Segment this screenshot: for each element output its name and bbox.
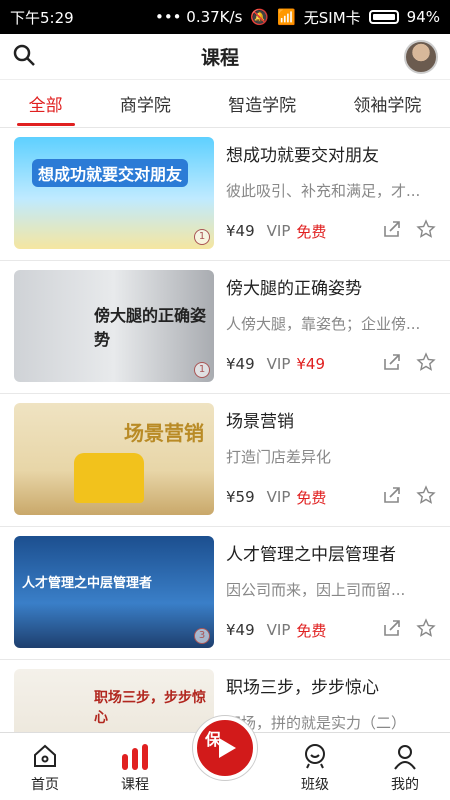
tab-manufacturing[interactable]: 智造学院 xyxy=(222,81,302,126)
course-title: 职场三步，步步惊心 xyxy=(226,678,379,698)
vip-label: VIP xyxy=(266,621,291,639)
star-icon[interactable] xyxy=(416,219,436,243)
nav-center[interactable]: 保 xyxy=(185,716,265,794)
course-list: 想成功就要交对朋友 1 想成功就要交对朋友 彼此吸引、补充和满足，才... ¥4… xyxy=(0,128,450,732)
list-item[interactable]: 场景营销 场景营销 打造门店差异化 ¥59 VIP 免费 xyxy=(0,394,450,527)
class-icon xyxy=(305,744,325,769)
thumb-title: 傍大腿的正确姿势 xyxy=(94,306,207,349)
course-badge: 1 xyxy=(194,229,210,245)
network-speed: ••• 0.37K/s xyxy=(154,8,243,26)
thumb-title: 想成功就要交对朋友 xyxy=(32,159,189,187)
course-desc: 因公司而来，因上司而留... xyxy=(226,581,406,599)
course-thumbnail: 职场三步，步步惊心 xyxy=(14,669,214,732)
category-tabs: 全部 商学院 智造学院 领袖学院 xyxy=(0,80,450,128)
course-badge: 1 xyxy=(194,362,210,378)
battery-percent: 94% xyxy=(406,8,440,26)
nav-class-label: 班级 xyxy=(301,777,329,793)
course-price: ¥59 xyxy=(226,488,255,506)
vip-label: VIP xyxy=(266,222,291,240)
vip-price: 免费 xyxy=(296,621,327,640)
vip-price: 免费 xyxy=(296,222,327,241)
avatar[interactable] xyxy=(403,39,438,74)
nav-courses[interactable]: 课程 xyxy=(95,742,175,794)
status-bar: 下午5:29 ••• 0.37K/s 🔕 📶 无SIM卡 94% xyxy=(0,0,450,34)
nav-mine[interactable]: 我的 xyxy=(365,742,445,794)
course-title: 想成功就要交对朋友 xyxy=(226,146,379,166)
star-icon[interactable] xyxy=(416,485,436,509)
share-icon[interactable] xyxy=(382,352,402,376)
tab-leadership[interactable]: 领袖学院 xyxy=(347,81,427,126)
vip-label: VIP xyxy=(266,488,291,506)
course-thumbnail: 场景营销 xyxy=(14,403,214,515)
status-time: 下午5:29 xyxy=(10,8,74,27)
course-badge: 3 xyxy=(194,628,210,644)
thumb-title: 人才管理之中层管理者 xyxy=(22,576,153,591)
profile-icon xyxy=(394,745,416,770)
vip-label: VIP xyxy=(266,355,291,373)
nav-courses-label: 课程 xyxy=(121,777,149,793)
nav-mine-label: 我的 xyxy=(391,777,419,793)
courses-icon xyxy=(122,744,148,770)
share-icon[interactable] xyxy=(382,219,402,243)
search-icon[interactable] xyxy=(12,43,36,71)
course-title: 人才管理之中层管理者 xyxy=(226,545,396,565)
course-thumbnail: 想成功就要交对朋友 1 xyxy=(14,137,214,249)
course-desc: 打造门店差异化 xyxy=(226,448,332,466)
course-desc: 彼此吸引、补充和满足，才... xyxy=(226,182,421,200)
list-item[interactable]: 傍大腿的正确姿势 1 傍大腿的正确姿势 人傍大腿，靠姿色；企业傍... ¥49 … xyxy=(0,261,450,394)
list-item[interactable]: 想成功就要交对朋友 1 想成功就要交对朋友 彼此吸引、补充和满足，才... ¥4… xyxy=(0,128,450,261)
home-icon xyxy=(34,744,56,767)
course-thumbnail: 傍大腿的正确姿势 1 xyxy=(14,270,214,382)
bottom-nav: 首页 课程 保 班级 我的 xyxy=(0,716,450,800)
app-bar: 课程 xyxy=(0,34,450,80)
thumb-title: 职场三步，步步惊心 xyxy=(94,690,206,726)
wifi-icon: 📶 xyxy=(277,8,296,26)
thumb-title: 场景营销 xyxy=(124,421,204,445)
course-title: 场景营销 xyxy=(226,412,294,432)
nav-class[interactable]: 班级 xyxy=(275,742,355,794)
vip-price: ¥49 xyxy=(296,355,326,373)
center-label: 保 xyxy=(205,730,222,749)
share-icon[interactable] xyxy=(382,485,402,509)
course-price: ¥49 xyxy=(226,355,255,373)
nav-home-label: 首页 xyxy=(31,777,59,793)
chair-shape xyxy=(74,453,144,503)
play-button[interactable]: 保 xyxy=(193,716,257,780)
battery-icon xyxy=(368,10,399,24)
tab-all[interactable]: 全部 xyxy=(16,81,75,126)
vip-price: 免费 xyxy=(296,488,327,507)
mute-icon: 🔕 xyxy=(250,8,270,26)
nav-home[interactable]: 首页 xyxy=(5,742,85,794)
star-icon[interactable] xyxy=(416,352,436,376)
list-item[interactable]: 人才管理之中层管理者 3 人才管理之中层管理者 因公司而来，因上司而留... ¥… xyxy=(0,527,450,660)
course-title: 傍大腿的正确姿势 xyxy=(226,279,362,299)
course-price: ¥49 xyxy=(226,621,255,639)
course-price: ¥49 xyxy=(226,222,255,240)
tab-business[interactable]: 商学院 xyxy=(114,81,177,126)
course-thumbnail: 人才管理之中层管理者 3 xyxy=(14,536,214,648)
star-icon[interactable] xyxy=(416,618,436,642)
page-title: 课程 xyxy=(200,47,239,69)
carrier-label: 无SIM卡 xyxy=(303,8,361,27)
course-desc: 人傍大腿，靠姿色；企业傍... xyxy=(226,315,421,333)
share-icon[interactable] xyxy=(382,618,402,642)
